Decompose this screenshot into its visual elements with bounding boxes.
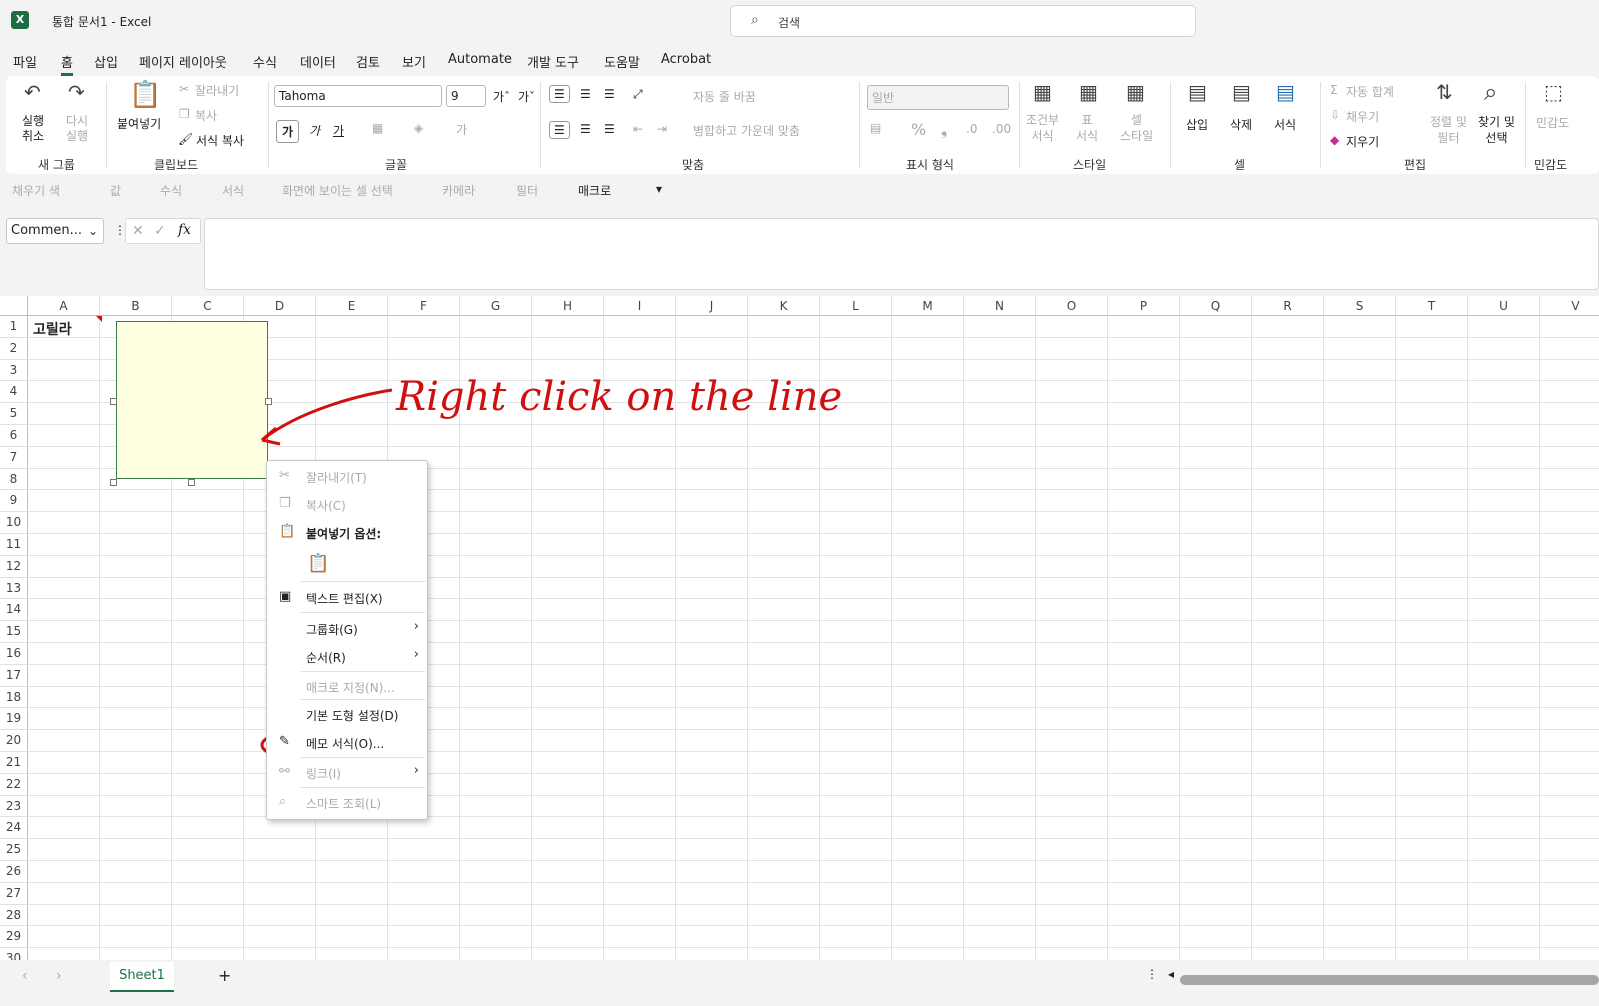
menu-item-assign-macro[interactable]: 매크로 지정(N)...: [267, 673, 427, 699]
smart-lookup-icon: ⌕: [279, 794, 287, 809]
paste-option-keep[interactable]: 📋: [267, 547, 427, 579]
menu-separator: [301, 699, 425, 700]
paste-keep-icon: 📋: [307, 553, 330, 574]
context-menu: ✂ 잘라내기(T) ❐ 복사(C) 📋 붙여넣기 옵션: 📋 ▣ 텍스트 편집(X) 그…: [266, 460, 428, 820]
copy-icon: ❐: [279, 496, 291, 511]
menu-item-group[interactable]: 그룹화(G) ›: [267, 615, 427, 641]
edit-text-icon: ▣: [279, 589, 292, 604]
add-sheet-icon[interactable]: +: [218, 966, 231, 985]
menu-separator: [301, 787, 425, 788]
menu-separator: [301, 757, 425, 758]
sheet-tab-bar: ‹ › Sheet1 + ⋮ ◂: [0, 962, 1599, 1006]
format-shape-icon: ✎: [279, 734, 290, 749]
link-icon: ⚯: [279, 764, 290, 779]
submenu-arrow-icon: ›: [413, 619, 419, 634]
submenu-arrow-icon: ›: [413, 763, 419, 778]
next-sheet-icon[interactable]: ›: [56, 968, 62, 984]
paste-icon: 📋: [279, 524, 296, 539]
menu-separator: [301, 581, 425, 582]
annotation-arrow: [261, 388, 393, 442]
scroll-left-icon[interactable]: ◂: [1168, 967, 1174, 981]
menu-item-smart-lookup[interactable]: ⌕ 스마트 조회(L): [267, 789, 427, 815]
menu-item-default-shape[interactable]: 기본 도형 설정(D): [267, 701, 427, 727]
annotation-text: Right click on the line: [395, 374, 842, 420]
menu-item-copy[interactable]: ❐ 복사(C): [267, 491, 427, 517]
cut-icon: ✂: [279, 468, 290, 483]
menu-item-format-comment[interactable]: ✎ 메모 서식(O)...: [267, 729, 427, 755]
menu-separator: [301, 612, 425, 613]
menu-item-link[interactable]: ⚯ 링크(I) ›: [267, 759, 427, 785]
menu-item-order[interactable]: 순서(R) ›: [267, 643, 427, 669]
more-options-icon[interactable]: ⋮: [1146, 967, 1158, 981]
menu-item-edit-text[interactable]: ▣ 텍스트 편집(X): [267, 584, 427, 610]
submenu-arrow-icon: ›: [413, 647, 419, 662]
sheet-tab-sheet1[interactable]: Sheet1: [110, 962, 174, 992]
annotation-overlay: Right click on the line: [260, 374, 842, 765]
menu-separator: [301, 671, 425, 672]
prev-sheet-icon[interactable]: ‹: [22, 968, 28, 984]
menu-item-paste-options: 📋 붙여넣기 옵션:: [279, 524, 382, 541]
menu-item-cut[interactable]: ✂ 잘라내기(T): [267, 463, 427, 489]
horizontal-scrollbar[interactable]: [1180, 975, 1599, 985]
